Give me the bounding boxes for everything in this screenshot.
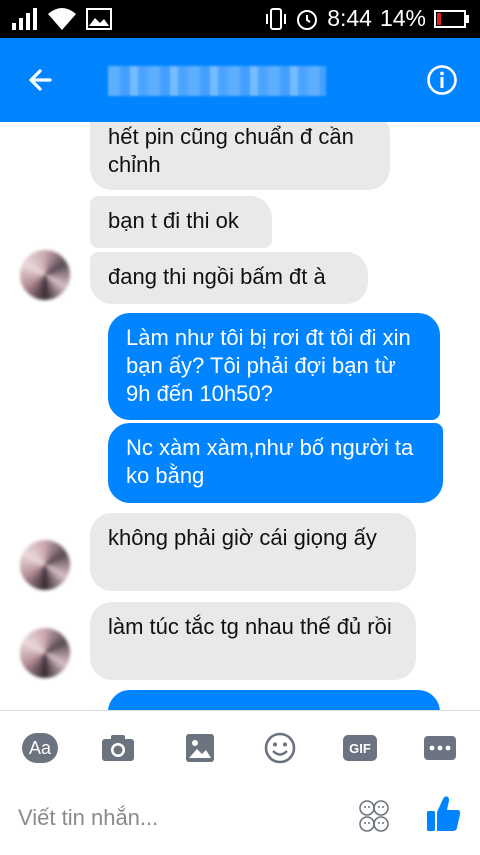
conversation-header: [0, 38, 480, 122]
signal-icon: [12, 8, 37, 30]
gallery-button[interactable]: [182, 731, 218, 765]
message-incoming[interactable]: hết pin cũng chuẩn đ cần chỉnh: [90, 122, 390, 190]
gallery-notification-icon: [86, 8, 112, 30]
more-icon: [424, 736, 456, 760]
message-outgoing[interactable]: Nc xàm xàm,như bố người ta ko bằng: [108, 423, 443, 503]
vibrate-icon: [266, 7, 287, 30]
message-incoming[interactable]: làm túc tắc tg nhau thế đủ rồi: [90, 602, 416, 680]
camera-icon: [102, 735, 134, 761]
status-right: 8:44 14%: [265, 5, 470, 32]
emoji-button[interactable]: [262, 731, 298, 765]
message-outgoing-partial[interactable]: [108, 690, 440, 710]
contact-avatar[interactable]: [20, 250, 70, 300]
gif-button[interactable]: GIF: [342, 731, 378, 765]
status-bar: 8:44 14%: [0, 0, 480, 38]
composer: Aa GIF Viết tin nhắn...: [0, 710, 480, 855]
message-incoming[interactable]: không phải giờ cái giọng ấy: [90, 513, 416, 591]
composer-toolbar: Aa GIF: [0, 731, 480, 771]
contact-avatar[interactable]: [20, 540, 70, 590]
aa-label: Aa: [22, 733, 58, 763]
message-incoming[interactable]: đang thi ngồi bấm đt à: [90, 252, 368, 304]
contact-avatar[interactable]: [20, 628, 70, 678]
wifi-icon: [48, 8, 76, 30]
message-outgoing[interactable]: Làm như tôi bị rơi đt tôi đi xin bạn ấy?…: [108, 313, 440, 420]
text-format-button[interactable]: Aa: [22, 731, 58, 765]
contact-name-blurred[interactable]: [108, 66, 326, 96]
camera-button[interactable]: [100, 731, 136, 765]
message-list[interactable]: hết pin cũng chuẩn đ cần chỉnh bạn t đi …: [0, 122, 480, 710]
message-input-row: Viết tin nhắn...: [0, 796, 480, 839]
stickers-icon[interactable]: [358, 799, 390, 833]
gif-label: GIF: [343, 735, 377, 761]
status-time: 8:44: [327, 5, 372, 31]
battery-icon: [434, 9, 469, 28]
status-left-icons: [12, 8, 112, 30]
message-incoming[interactable]: bạn t đi thi ok: [90, 196, 272, 248]
info-icon[interactable]: [426, 64, 458, 96]
thumbs-up-icon[interactable]: [426, 795, 462, 833]
back-arrow-icon[interactable]: [22, 60, 62, 100]
message-input[interactable]: Viết tin nhắn...: [18, 805, 158, 831]
more-button[interactable]: [422, 731, 458, 765]
emoji-icon: [264, 732, 296, 764]
image-icon: [186, 734, 214, 762]
alarm-icon: [297, 9, 318, 30]
battery-percent: 14%: [379, 5, 426, 31]
